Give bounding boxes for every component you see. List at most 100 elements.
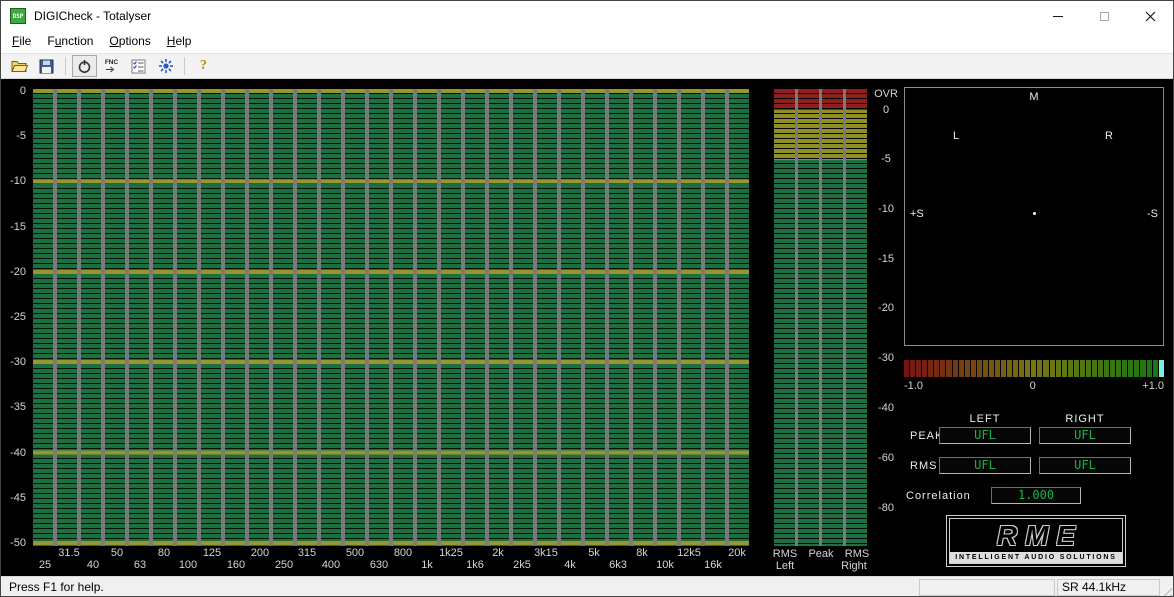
gonio-label-right: R	[1105, 130, 1113, 142]
freq-label: 160	[226, 559, 246, 571]
rme-logo-tagline: INTELLIGENT AUDIO SOLUTIONS	[950, 552, 1122, 563]
correlation-scale-max: +1.0	[1142, 380, 1164, 392]
menu-function[interactable]: Function	[39, 31, 101, 53]
maximize-button[interactable]	[1081, 1, 1127, 31]
spectrum-band-6k3	[609, 89, 629, 546]
app-icon-label: DSP	[12, 12, 24, 20]
meter-scale-label: -60	[878, 452, 894, 464]
correlation-segment	[1061, 360, 1067, 377]
correlation-segment	[988, 360, 994, 377]
spectrum-band-630	[369, 89, 389, 546]
db-scale-label: -5	[16, 130, 26, 142]
global-settings-button[interactable]	[153, 55, 178, 77]
db-scale-label: -15	[10, 221, 26, 233]
help-button[interactable]: ?	[191, 55, 216, 77]
toolbar-separator	[184, 57, 185, 75]
freq-label: 20k	[728, 547, 746, 559]
meter-scale-label: -10	[878, 203, 894, 215]
hardware-settings-button[interactable]	[126, 55, 151, 77]
spectrum-bars	[33, 89, 749, 546]
db-scale-label: 0	[19, 85, 26, 97]
spectrum-band-4k	[561, 89, 581, 546]
freq-label: 2k	[492, 547, 504, 559]
peak-right-value: UFL	[1039, 427, 1131, 444]
correlation-segment	[1085, 360, 1091, 377]
spectrum-band-500	[345, 89, 365, 546]
correlation-scale-min: -1.0	[904, 380, 923, 392]
gonio-label-left: L	[953, 130, 960, 142]
app-icon: DSP	[10, 8, 26, 24]
menu-bar: File Function Options Help	[1, 31, 1173, 53]
db-scale-label: -45	[10, 492, 26, 504]
minimize-icon	[1053, 15, 1063, 17]
power-icon	[78, 59, 91, 73]
help-icon: ?	[200, 58, 207, 73]
menu-file[interactable]: File	[4, 31, 39, 53]
meter-scale-label: -80	[878, 502, 894, 514]
gonio-center-dot	[1033, 212, 1036, 215]
rme-logo: RME INTELLIGENT AUDIO SOLUTIONS	[946, 515, 1126, 567]
save-button[interactable]	[34, 55, 59, 77]
spectrum-band-12k5	[681, 89, 701, 546]
resize-grip[interactable]	[1159, 584, 1172, 596]
function-select-button[interactable]: FNC	[99, 55, 124, 77]
meter-scale-label: -5	[881, 153, 891, 165]
rms-row-label: RMS	[910, 460, 938, 472]
freq-label: 1k	[421, 559, 433, 571]
correlation-meter	[904, 360, 1164, 377]
spectrum-band-50	[105, 89, 125, 546]
spectrum-band-3k15	[537, 89, 557, 546]
minimize-button[interactable]	[1035, 1, 1081, 31]
meter-scale-label: -15	[878, 253, 894, 265]
correlation-segment	[1110, 360, 1116, 377]
folder-open-icon	[11, 61, 28, 72]
meter-caption-rms-right: RMS	[844, 548, 870, 560]
correlation-segment	[1091, 360, 1097, 377]
spectrum-band-315	[297, 89, 317, 546]
db-scale-label: -25	[10, 311, 26, 323]
gonio-label-plus-s: +S	[910, 208, 924, 220]
correlation-segment	[934, 360, 940, 377]
correlation-segment	[1019, 360, 1025, 377]
client-area: 0 -5 -10 -15 -20 -25 -30 -35 -40 -45 -5 0 25 31.5 40 5…	[1, 79, 1173, 576]
freq-label: 315	[297, 547, 317, 559]
spectrum-band-10k	[657, 89, 677, 546]
meter-rms-right	[846, 89, 867, 546]
correlation-segment	[952, 360, 958, 377]
toolbar: FNC ?	[1, 53, 1173, 79]
correlation-segment	[910, 360, 916, 377]
status-message: Press F1 for help.	[9, 580, 104, 594]
correlation-segment	[1067, 360, 1073, 377]
gonio-label-mid: M	[1029, 91, 1039, 103]
correlation-segment	[904, 360, 910, 377]
correlation-segment	[982, 360, 988, 377]
close-button[interactable]	[1127, 1, 1173, 31]
correlation-segment	[1073, 360, 1079, 377]
open-button[interactable]	[7, 55, 32, 77]
gonio-label-minus-s: -S	[1147, 208, 1158, 220]
correlation-segment	[1031, 360, 1037, 377]
spectrum-band-20k	[729, 89, 749, 546]
freq-label: 1k6	[466, 559, 484, 571]
spectrum-band-2k5	[513, 89, 533, 546]
spectrum-band-16k	[705, 89, 725, 546]
freq-label: 2k5	[513, 559, 531, 571]
db-scale-label: -40	[10, 447, 26, 459]
freq-label: 12k5	[677, 547, 701, 559]
menu-help[interactable]: Help	[159, 31, 200, 53]
status-sample-rate: SR 44.1kHz	[1057, 579, 1160, 596]
power-toggle-button[interactable]	[72, 55, 97, 77]
freq-label: 3k15	[534, 547, 558, 559]
freq-label: 4k	[564, 559, 576, 571]
menu-options[interactable]: Options	[101, 31, 158, 53]
correlation-segment	[1122, 360, 1128, 377]
meter-peak-left	[798, 89, 819, 546]
correlation-segment	[940, 360, 946, 377]
spectrum-band-1k6	[465, 89, 485, 546]
correlation-scale-mid: 0	[1029, 380, 1036, 392]
title-bar: DSP DIGICheck - Totalyser	[1, 1, 1173, 31]
checklist-icon	[131, 59, 146, 73]
freq-label: 500	[345, 547, 365, 559]
spectrum-band-800	[393, 89, 413, 546]
rme-logo-text: RME	[996, 519, 1084, 551]
